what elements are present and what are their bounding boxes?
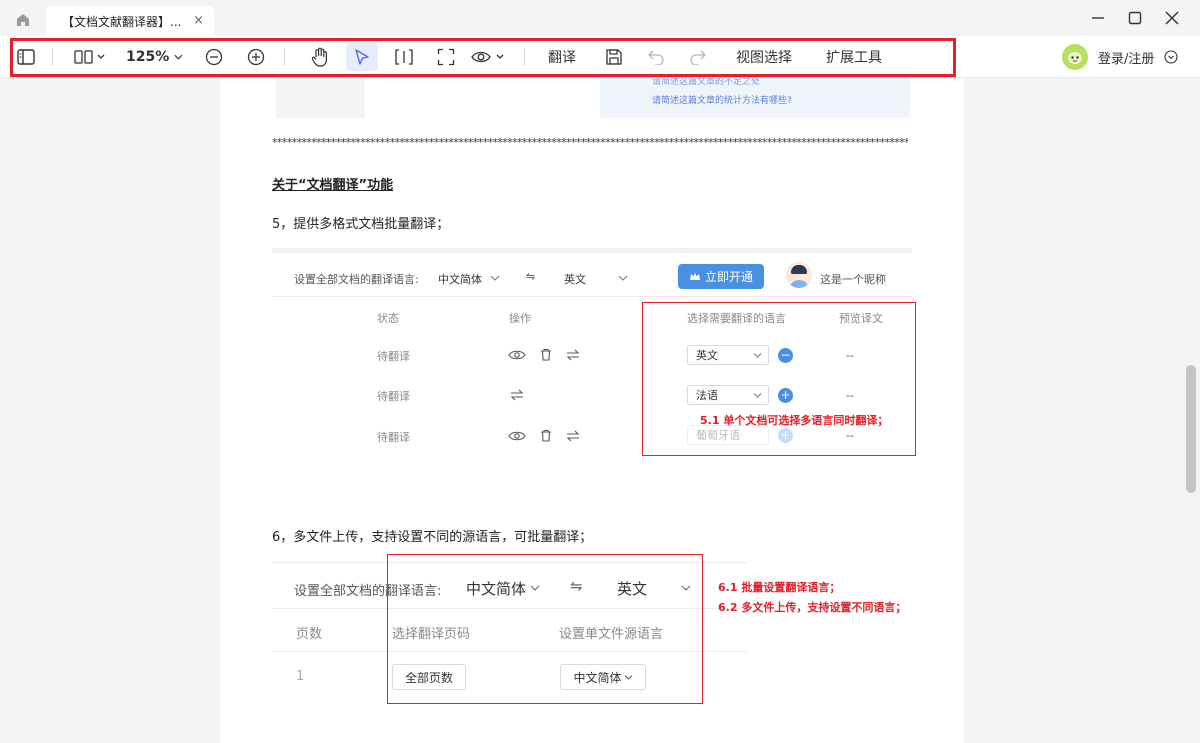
chevron-down-icon [174, 54, 183, 60]
chevron-down-icon [490, 275, 500, 281]
document-viewport[interactable]: 请简述这篇文章的不足之处 请简述这篇文章的统计方法有哪些? **********… [0, 78, 1200, 743]
maximize-icon[interactable] [1124, 8, 1146, 28]
crown-icon [689, 272, 700, 280]
zoom-level: 125% [126, 49, 170, 65]
translate-label: 翻译 [548, 50, 576, 66]
avatar[interactable] [1062, 44, 1088, 70]
row-page-number: 1 [296, 669, 305, 684]
redo-icon[interactable] [686, 44, 710, 70]
nickname: 这是一个昵称 [820, 273, 886, 286]
delete-icon [541, 429, 551, 442]
swap-arrows-icon [566, 349, 580, 361]
swap-icon: ⇋ [526, 270, 536, 283]
target-lang: 英文 [564, 273, 586, 286]
login-label[interactable]: 登录/注册 [1098, 48, 1154, 67]
set-all-label: 设置全部文档的翻译语言: [294, 273, 419, 286]
prev-image-right: 请简述这篇文章的不足之处 请简述这篇文章的统计方法有哪些? [600, 78, 910, 118]
toolbar-divider [52, 48, 53, 66]
title-bar: 【文档文献翻译器】... × [0, 0, 1200, 36]
tab-close-icon[interactable]: × [193, 13, 204, 28]
undo-icon[interactable] [644, 44, 668, 70]
login-area[interactable]: 登录/注册 [1062, 44, 1178, 70]
prev-image-left [276, 78, 364, 118]
close-window-icon[interactable] [1161, 8, 1183, 28]
col-status: 状态 [377, 312, 399, 325]
text-select-icon[interactable] [392, 44, 416, 70]
tab-title: 【文档文献翻译器】... [62, 14, 182, 29]
source-lang: 中文简体 [438, 273, 482, 286]
separator-line: ****************************************… [272, 136, 908, 149]
divider [272, 296, 912, 297]
view-select-label: 视图选择 [736, 50, 792, 66]
hand-tool-icon[interactable] [306, 44, 334, 70]
fullscreen-icon[interactable] [434, 44, 458, 70]
extensions-button[interactable]: 扩展工具 [824, 44, 884, 70]
sidebar-toggle-icon[interactable] [14, 44, 38, 70]
zoom-dropdown[interactable]: 125% [126, 44, 184, 70]
section-title: 关于“文档翻译”功能 [272, 178, 394, 193]
translate-button[interactable]: 翻译 [544, 44, 580, 70]
row-status: 待翻译 [377, 390, 410, 403]
annotation-box [642, 302, 916, 456]
vip-button-label: 立即开通 [704, 270, 753, 284]
row-status: 待翻译 [377, 350, 410, 363]
zoom-out-icon[interactable] [202, 44, 226, 70]
chevron-down-icon [618, 275, 628, 281]
toolbar-divider [524, 48, 525, 66]
annotation-note-1: 6.1 批量设置翻译语言； [718, 581, 841, 594]
scrollbar-thumb[interactable] [1186, 365, 1196, 493]
minimize-icon[interactable] [1087, 8, 1109, 28]
zoom-in-icon[interactable] [244, 44, 268, 70]
user-avatar [786, 262, 812, 288]
eye-view-dropdown[interactable] [470, 44, 510, 70]
page-layout-dropdown[interactable] [72, 44, 110, 70]
item-6-text: 6，多文件上传，支持设置不同的源语言，可批量翻译； [272, 530, 593, 545]
preview-eye-icon [508, 431, 526, 441]
delete-icon [541, 348, 551, 361]
view-select-button[interactable]: 视图选择 [734, 44, 794, 70]
extensions-label: 扩展工具 [826, 50, 882, 66]
annotation-box [387, 554, 703, 704]
document-page: 请简述这篇文章的不足之处 请简述这篇文章的统计方法有哪些? **********… [220, 78, 964, 743]
swap-arrows-icon [566, 430, 580, 442]
vip-open-button: 立即开通 [678, 264, 764, 289]
item-5-text: 5，提供多格式文档批量翻译； [272, 217, 450, 232]
document-tab[interactable]: 【文档文献翻译器】... × [46, 6, 214, 36]
col-action: 操作 [509, 312, 531, 325]
embedded-screenshot-batch-translate: 设置全部文档的翻译语言: 中文简体 ⇋ 英文 立即开通 这是一个昵称 状态 操作… [272, 248, 916, 468]
row-status: 待翻译 [377, 431, 410, 444]
save-icon[interactable] [602, 44, 626, 70]
swap-arrows-icon [510, 389, 524, 401]
chevron-circle-icon[interactable] [1164, 50, 1178, 64]
toolbar: 125% 翻译 视图选择 扩展工具 [0, 36, 1200, 78]
select-tool-icon[interactable] [346, 43, 378, 71]
annotation-note: 5.1 单个文档可选择多语言同时翻译； [700, 414, 889, 427]
prev-link: 请简述这篇文章的统计方法有哪些? [652, 96, 792, 106]
home-icon[interactable] [12, 9, 34, 31]
preview-eye-icon [508, 350, 526, 360]
col-pages: 页数 [296, 627, 323, 642]
annotation-note-2: 6.2 多文件上传，支持设置不同语言； [718, 601, 907, 614]
toolbar-divider [284, 48, 285, 66]
prev-link-partial: 请简述这篇文章的不足之处 [652, 78, 761, 87]
